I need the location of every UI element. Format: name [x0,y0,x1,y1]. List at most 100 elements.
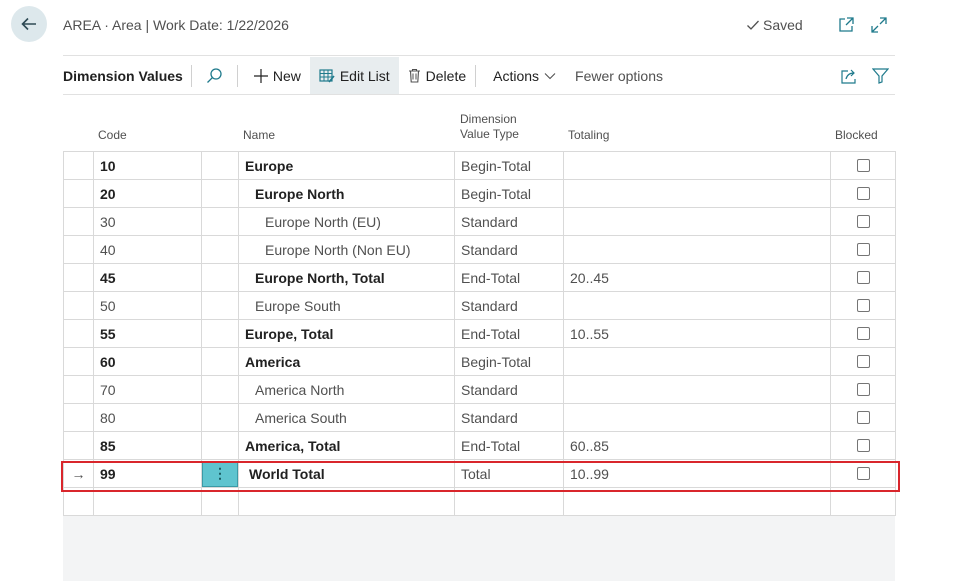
totaling-cell[interactable]: 10..99 [563,459,831,488]
table-row[interactable]: 70 America North Standard [63,375,896,404]
code-cell[interactable]: 30 [93,207,202,236]
row-menu-cell[interactable] [201,207,239,236]
totaling-cell[interactable] [563,403,831,432]
empty-row[interactable] [63,487,896,516]
dimension-value-type-cell[interactable]: Standard [454,291,564,320]
code-cell[interactable]: 85 [93,431,202,460]
code-cell[interactable]: 99 [93,459,202,488]
totaling-cell[interactable] [563,207,831,236]
totaling-cell[interactable] [563,347,831,376]
empty-cell[interactable] [830,487,896,516]
name-cell[interactable]: Europe South [238,291,455,320]
totaling-cell[interactable] [563,291,831,320]
code-cell[interactable]: 45 [93,263,202,292]
totaling-cell[interactable] [563,179,831,208]
code-cell[interactable]: 50 [93,291,202,320]
column-header-name[interactable]: Name [243,128,275,143]
dimension-value-type-cell[interactable]: Total [454,459,564,488]
column-header-dimension-value-type[interactable]: Dimension Value Type [460,112,519,142]
blocked-checkbox[interactable] [856,299,870,312]
totaling-cell[interactable]: 10..55 [563,319,831,348]
dimension-value-type-cell[interactable]: End-Total [454,263,564,292]
totaling-cell[interactable]: 60..85 [563,431,831,460]
table-row[interactable]: 60 America Begin-Total [63,347,896,376]
blocked-checkbox[interactable] [856,411,870,424]
blocked-checkbox[interactable] [856,187,870,200]
blocked-checkbox[interactable] [856,355,870,368]
dimension-value-type-cell[interactable]: Standard [454,375,564,404]
blocked-checkbox[interactable] [856,439,870,452]
name-cell[interactable]: Europe North (Non EU) [238,235,455,264]
row-menu-cell[interactable] [201,403,239,432]
table-row[interactable]: → 99 ⋮ World Total Total 10..99 [63,459,896,488]
new-button[interactable]: New [238,57,310,94]
dimension-value-type-cell[interactable]: Begin-Total [454,151,564,180]
code-cell[interactable]: 70 [93,375,202,404]
edit-list-button[interactable]: Edit List [309,57,399,94]
row-menu-cell[interactable] [201,291,239,320]
blocked-checkbox[interactable] [856,271,870,284]
blocked-checkbox[interactable] [856,215,870,228]
name-cell[interactable]: America, Total [238,431,455,460]
table-row[interactable]: 45 Europe North, Total End-Total 20..45 [63,263,896,292]
blocked-checkbox[interactable] [856,327,870,340]
totaling-cell[interactable] [563,235,831,264]
empty-cell[interactable] [454,487,564,516]
empty-cell[interactable] [201,487,239,516]
blocked-checkbox[interactable] [856,383,870,396]
row-menu-cell[interactable] [201,431,239,460]
table-row[interactable]: 50 Europe South Standard [63,291,896,320]
code-cell[interactable]: 80 [93,403,202,432]
row-menu-cell[interactable] [201,319,239,348]
dimension-value-type-cell[interactable]: Begin-Total [454,179,564,208]
row-menu-icon[interactable]: ⋮ [202,460,238,487]
actions-menu-button[interactable]: Actions [476,57,565,94]
code-cell[interactable]: 55 [93,319,202,348]
empty-cell[interactable] [63,487,94,516]
search-button[interactable] [192,57,237,94]
row-menu-cell[interactable] [201,235,239,264]
empty-cell[interactable] [93,487,202,516]
row-menu-cell[interactable]: ⋮ [201,459,239,488]
dimension-value-type-cell[interactable]: Standard [454,235,564,264]
name-cell[interactable]: America North [238,375,455,404]
code-cell[interactable]: 10 [93,151,202,180]
back-button[interactable] [11,6,47,42]
blocked-checkbox[interactable] [856,467,870,480]
name-cell[interactable]: Europe, Total [238,319,455,348]
code-cell[interactable]: 60 [93,347,202,376]
table-row[interactable]: 10 Europe Begin-Total [63,151,896,180]
name-cell[interactable]: Europe North (EU) [238,207,455,236]
column-header-totaling[interactable]: Totaling [568,128,609,143]
table-row[interactable]: 40 Europe North (Non EU) Standard [63,235,896,264]
expand-button[interactable] [868,14,890,36]
dimension-value-type-cell[interactable]: End-Total [454,319,564,348]
name-cell[interactable]: Europe North [238,179,455,208]
row-menu-cell[interactable] [201,179,239,208]
row-menu-cell[interactable] [201,375,239,404]
empty-cell[interactable] [563,487,831,516]
row-menu-cell[interactable] [201,151,239,180]
open-in-new-window-button[interactable] [835,14,857,36]
row-menu-cell[interactable] [201,263,239,292]
name-cell[interactable]: Europe [238,151,455,180]
dimension-value-type-cell[interactable]: Standard [454,207,564,236]
name-cell[interactable]: Europe North, Total [238,263,455,292]
row-menu-cell[interactable] [201,347,239,376]
column-header-code[interactable]: Code [98,128,127,143]
totaling-cell[interactable] [563,151,831,180]
name-cell[interactable]: America South [238,403,455,432]
filter-icon[interactable] [872,67,889,84]
table-row[interactable]: 20 Europe North Begin-Total [63,179,896,208]
dimension-value-type-cell[interactable]: Begin-Total [454,347,564,376]
delete-button[interactable]: Delete [399,57,475,94]
code-cell[interactable]: 40 [93,235,202,264]
fewer-options-button[interactable]: Fewer options [565,57,672,94]
table-row[interactable]: 85 America, Total End-Total 60..85 [63,431,896,460]
column-header-blocked[interactable]: Blocked [835,128,878,143]
table-row[interactable]: 80 America South Standard [63,403,896,432]
totaling-cell[interactable]: 20..45 [563,263,831,292]
table-row[interactable]: 55 Europe, Total End-Total 10..55 [63,319,896,348]
empty-cell[interactable] [238,487,455,516]
share-icon[interactable] [840,68,858,84]
